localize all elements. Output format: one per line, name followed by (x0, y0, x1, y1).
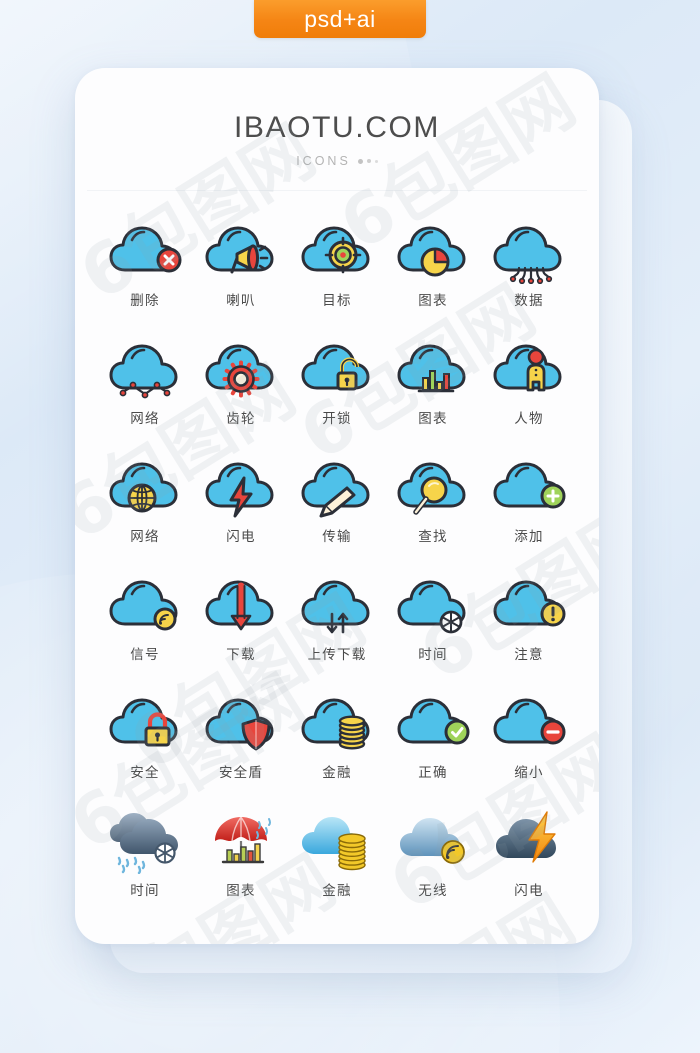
cloud-search-icon[interactable] (387, 455, 479, 521)
icon-cell[interactable]: 安全盾 (193, 691, 289, 792)
cloud-rain-snow-glossy-icon[interactable] (99, 809, 191, 875)
psd-ai-tag-label: psd+ai (304, 5, 376, 32)
icon-label: 网络 (130, 411, 160, 427)
icon-label: 缩小 (514, 765, 544, 781)
icon-label: 安全 (130, 765, 160, 781)
card-header: IBAOTU.COM ICONS (75, 68, 599, 168)
icon-cell[interactable]: 时间 (385, 573, 481, 674)
cloud-network-nodes-icon[interactable] (99, 337, 191, 403)
icon-cell[interactable]: 查找 (385, 455, 481, 556)
icon-label: 喇叭 (226, 293, 256, 309)
icon-label: 闪电 (226, 529, 256, 545)
cloud-signal-icon[interactable] (99, 573, 191, 639)
icon-cell[interactable]: 数据 (481, 219, 577, 320)
cloud-lock-icon[interactable] (99, 691, 191, 757)
icon-label: 人物 (514, 411, 544, 427)
icon-cell[interactable]: 注意 (481, 573, 577, 674)
cloud-gear-icon[interactable] (195, 337, 287, 403)
cloud-lightning-icon[interactable] (195, 455, 287, 521)
cloud-minus-icon[interactable] (483, 691, 575, 757)
icon-label: 网络 (130, 529, 160, 545)
cloud-piechart-icon[interactable] (387, 219, 479, 285)
icon-label: 时间 (418, 647, 448, 663)
cloud-snowflake-icon[interactable] (387, 573, 479, 639)
icon-cell[interactable]: 图表 (193, 809, 289, 910)
icon-cell[interactable]: 金融 (289, 809, 385, 910)
cloud-barchart-icon[interactable] (387, 337, 479, 403)
cloud-person-icon[interactable] (483, 337, 575, 403)
icon-cell[interactable]: 下载 (193, 573, 289, 674)
icon-label: 安全盾 (218, 765, 264, 781)
icon-cell[interactable]: 人物 (481, 337, 577, 438)
icon-cell[interactable]: 网络 (97, 455, 193, 556)
cloud-target-icon[interactable] (291, 219, 383, 285)
icon-label: 开锁 (322, 411, 352, 427)
cloud-megaphone-icon[interactable] (195, 219, 287, 285)
cloud-coins-icon[interactable] (291, 691, 383, 757)
icon-label: 齿轮 (226, 411, 256, 427)
icon-cell[interactable]: 删除 (97, 219, 193, 320)
icon-label: 无线 (418, 883, 448, 899)
icon-label: 目标 (322, 293, 352, 309)
icon-cell[interactable]: 金融 (289, 691, 385, 792)
cloud-warning-icon[interactable] (483, 573, 575, 639)
icon-label: 图表 (418, 411, 448, 427)
page-title: IBAOTU.COM (233, 111, 440, 144)
icon-label: 上传下载 (307, 647, 367, 663)
icon-cell[interactable]: 闪电 (193, 455, 289, 556)
psd-ai-tag: psd+ai (254, 0, 426, 38)
icon-label: 注意 (514, 647, 544, 663)
icon-cell[interactable]: 传输 (289, 455, 385, 556)
icon-cell[interactable]: 上传下载 (289, 573, 385, 674)
cloud-coins-glossy-icon[interactable] (291, 809, 383, 875)
icon-label: 金融 (322, 765, 352, 781)
icon-cell[interactable]: 图表 (385, 219, 481, 320)
dots-decoration (357, 158, 378, 164)
icon-cell[interactable]: 时间 (97, 809, 193, 910)
icon-cell[interactable]: 正确 (385, 691, 481, 792)
icon-cell[interactable]: 开锁 (289, 337, 385, 438)
cloud-wifi-glossy-icon[interactable] (387, 809, 479, 875)
icon-grid: 删除 喇叭 目标 图表 数据 网络 齿轮 开锁 图表 人物 网络 闪电 传输 查找 添加 信号 下载 上传下载 时间… (75, 191, 599, 910)
cloud-globe-icon[interactable] (99, 455, 191, 521)
icon-cell[interactable]: 网络 (97, 337, 193, 438)
cloud-bolt-glossy-icon[interactable] (483, 809, 575, 875)
icon-cell[interactable]: 目标 (289, 219, 385, 320)
icon-cell[interactable]: 喇叭 (193, 219, 289, 320)
cloud-transfer-icon[interactable] (291, 455, 383, 521)
icon-label: 金融 (322, 883, 352, 899)
icon-cell[interactable]: 图表 (385, 337, 481, 438)
icon-label: 删除 (130, 293, 160, 309)
icon-label: 图表 (226, 883, 256, 899)
icon-label: 传输 (322, 529, 352, 545)
icon-label: 图表 (418, 293, 448, 309)
icon-label: 闪电 (514, 883, 544, 899)
cloud-shield-icon[interactable] (195, 691, 287, 757)
icon-label: 下载 (226, 647, 256, 663)
icon-cell[interactable]: 缩小 (481, 691, 577, 792)
cloud-download-icon[interactable] (195, 573, 287, 639)
icon-cell[interactable]: 无线 (385, 809, 481, 910)
umbrella-chart-glossy-icon[interactable] (195, 809, 287, 875)
icon-label: 查找 (418, 529, 448, 545)
cloud-unlock-icon[interactable] (291, 337, 383, 403)
icon-cell[interactable]: 安全 (97, 691, 193, 792)
icon-cell[interactable]: 信号 (97, 573, 193, 674)
cloud-updown-icon[interactable] (291, 573, 383, 639)
subtitle-label: ICONS (296, 154, 351, 168)
icon-label: 数据 (514, 293, 544, 309)
subtitle-row: ICONS (75, 154, 599, 168)
cloud-delete-icon[interactable] (99, 219, 191, 285)
icon-cell[interactable]: 闪电 (481, 809, 577, 910)
icon-label: 正确 (418, 765, 448, 781)
cloud-add-icon[interactable] (483, 455, 575, 521)
icon-label: 时间 (130, 883, 160, 899)
icon-sheet-card: IBAOTU.COM ICONS 删除 喇叭 目标 图表 数据 网络 齿轮 开锁 图表 人物 网络闪… (75, 68, 599, 944)
cloud-check-icon[interactable] (387, 691, 479, 757)
cloud-data-icon[interactable] (483, 219, 575, 285)
icon-cell[interactable]: 添加 (481, 455, 577, 556)
icon-label: 添加 (514, 529, 544, 545)
icon-cell[interactable]: 齿轮 (193, 337, 289, 438)
icon-label: 信号 (130, 647, 160, 663)
